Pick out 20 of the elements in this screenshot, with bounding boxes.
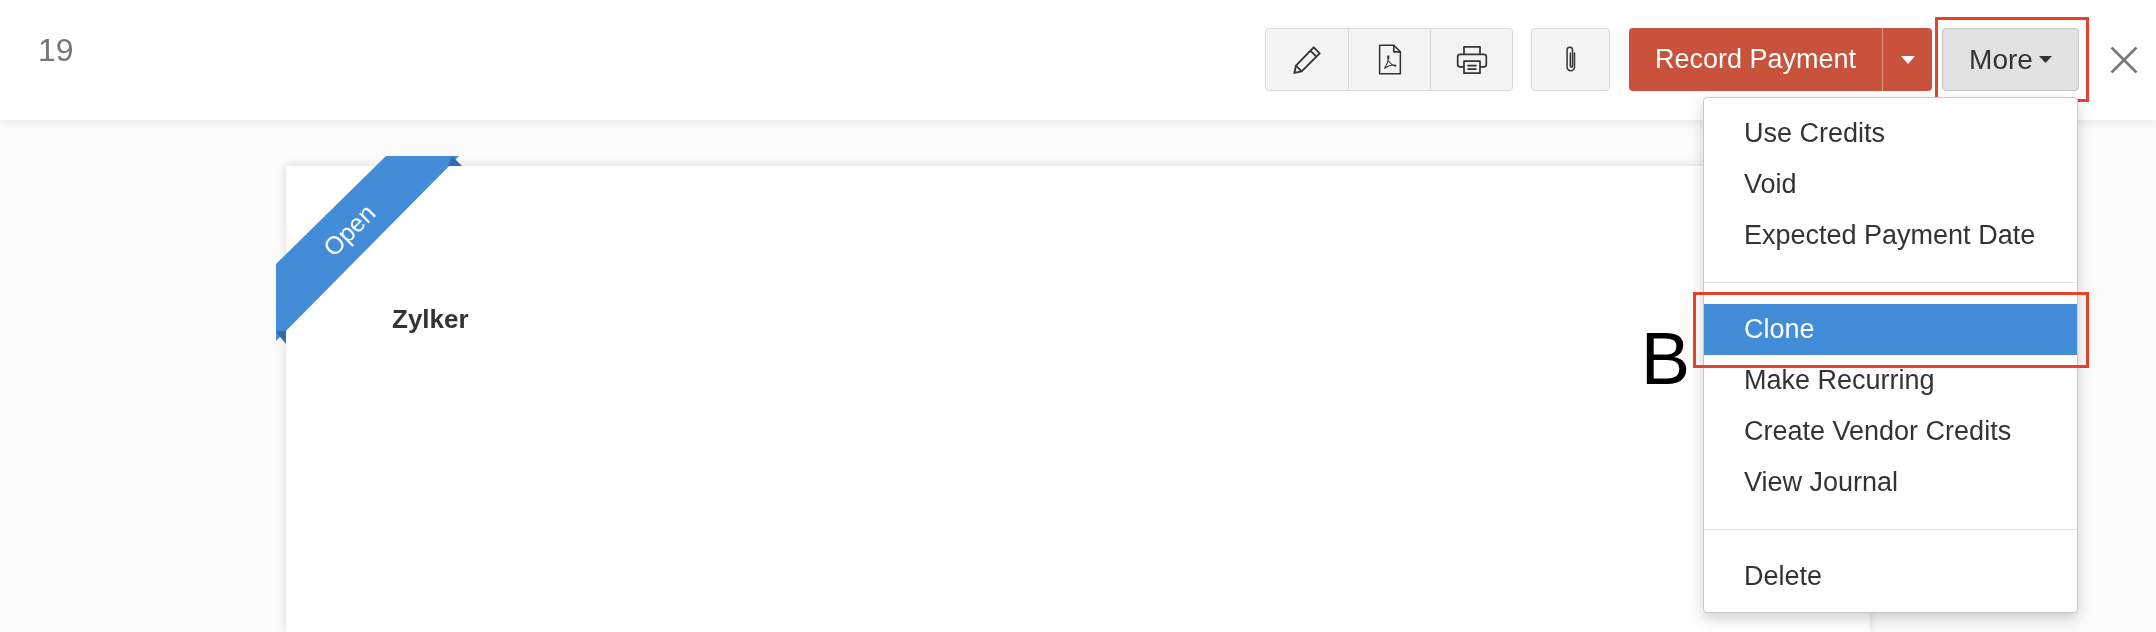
caret-down-icon [1900,55,1915,64]
more-button[interactable]: More [1942,28,2079,91]
menu-item[interactable]: Clone [1704,304,2077,355]
menu-item[interactable]: Use Credits [1704,108,2077,159]
dropdown-toggle-button[interactable] [1882,28,1932,91]
close-icon [2110,45,2138,74]
printer-icon [1455,44,1488,75]
menu-item[interactable]: Make Recurring [1704,355,2077,406]
caret-down-icon [2038,56,2052,63]
menu-item[interactable]: Delete [1704,551,2077,602]
menu-item[interactable]: Create Vendor Credits [1704,406,2077,457]
menu-item[interactable]: View Journal [1704,457,2077,508]
pdf-document-icon [1377,44,1402,75]
pencil-icon [1291,43,1323,76]
menu-item[interactable]: Expected Payment Date [1704,210,2077,261]
page-title: 19 [38,34,74,66]
attach-button[interactable] [1531,28,1610,91]
callout-label: B [1640,322,1690,396]
menu-item[interactable]: Void [1704,159,2077,210]
record-payment-button[interactable]: Record Payment [1629,28,1882,91]
